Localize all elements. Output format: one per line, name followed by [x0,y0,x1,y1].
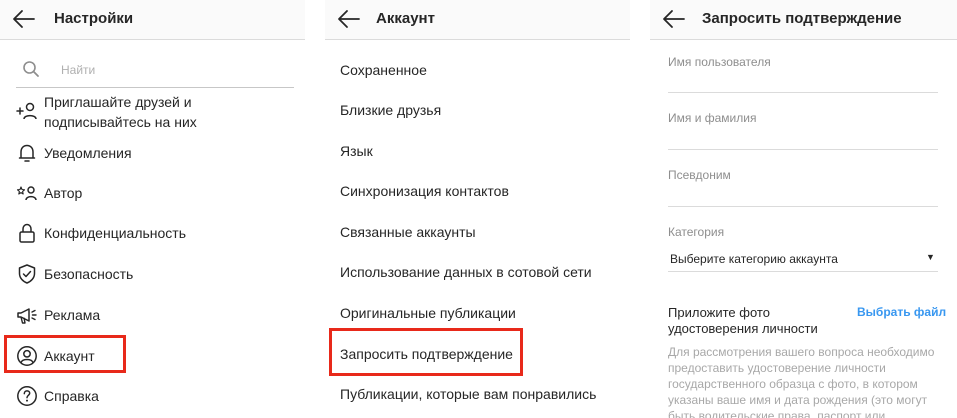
settings-item-label: Справка [44,388,99,404]
account-item-liked-posts[interactable]: Публикации, которые вам понравились [340,386,596,402]
account-item-linked-accounts[interactable]: Связанные аккаунты [340,224,476,240]
verification-panel: Запросить подтверждение Имя пользователя… [650,0,957,418]
category-select[interactable]: Выберите категорию аккаунта [670,252,838,266]
settings-item-label: Уведомления [44,145,132,161]
settings-header: Настройки [0,0,305,40]
megaphone-icon [16,304,38,326]
settings-item-label: Приглашайте друзей и подписывайтесь на н… [44,94,197,130]
settings-panel: Настройки Найти Приглашайте друзей и под… [0,0,305,418]
back-arrow-icon[interactable] [12,8,36,30]
bell-icon [16,142,38,164]
lock-icon [16,222,38,244]
settings-item-privacy[interactable]: Конфиденциальность [0,219,305,249]
settings-item-security[interactable]: Безопасность [0,260,305,290]
category-label: Категория [668,225,725,239]
account-item-close-friends[interactable]: Близкие друзья [340,102,441,118]
settings-item-label: Реклама [44,307,101,323]
settings-item-label: Конфиденциальность [44,225,187,241]
settings-item-help[interactable]: Справка [0,382,305,412]
attach-id-title: Приложите фото удостоверения личности [668,305,818,336]
highlight-box [329,328,523,376]
account-panel: Аккаунт Сохраненное Близкие друзья Язык … [325,0,630,418]
nickname-field[interactable]: Псевдоним [668,168,731,182]
chevron-down-icon[interactable]: ▼ [926,252,935,262]
creator-star-person-icon [16,182,38,204]
account-item-language[interactable]: Язык [340,143,373,159]
page-title: Запросить подтверждение [702,10,902,27]
search-icon [22,60,40,78]
back-arrow-icon[interactable] [337,8,361,30]
account-item-saved[interactable]: Сохраненное [340,62,427,78]
page-title: Аккаунт [376,10,435,27]
id-requirement-description: Для рассмотрения вашего вопроса необходи… [668,345,935,418]
choose-file-button[interactable]: Выбрать файл [857,305,946,319]
account-header: Аккаунт [325,0,630,40]
back-arrow-icon[interactable] [662,8,686,30]
settings-item-creator[interactable]: Автор [0,179,305,209]
field-underline [668,206,938,207]
highlight-box [4,335,126,373]
search-placeholder: Найти [61,63,96,77]
shield-icon [16,263,38,285]
verification-header: Запросить подтверждение [650,0,957,40]
username-field[interactable]: Имя пользователя [668,55,771,69]
settings-item-ads[interactable]: Реклама [0,301,305,331]
field-underline [668,271,938,272]
field-underline [668,92,938,93]
account-item-cellular-data[interactable]: Использование данных в сотовой сети [340,264,592,280]
help-circle-icon [16,385,38,407]
search-input[interactable]: Найти [16,58,294,88]
settings-item-label: Автор [44,185,83,201]
account-item-contacts-sync[interactable]: Синхронизация контактов [340,183,509,199]
add-person-icon [16,100,38,122]
settings-item-notifications[interactable]: Уведомления [0,139,305,169]
field-underline [668,149,938,150]
settings-item-label: Безопасность [44,266,134,282]
settings-item-invite[interactable]: Приглашайте друзей и подписывайтесь на н… [0,92,305,132]
page-title: Настройки [54,10,134,27]
fullname-field[interactable]: Имя и фамилия [668,111,756,125]
account-item-original-posts[interactable]: Оригинальные публикации [340,305,516,321]
